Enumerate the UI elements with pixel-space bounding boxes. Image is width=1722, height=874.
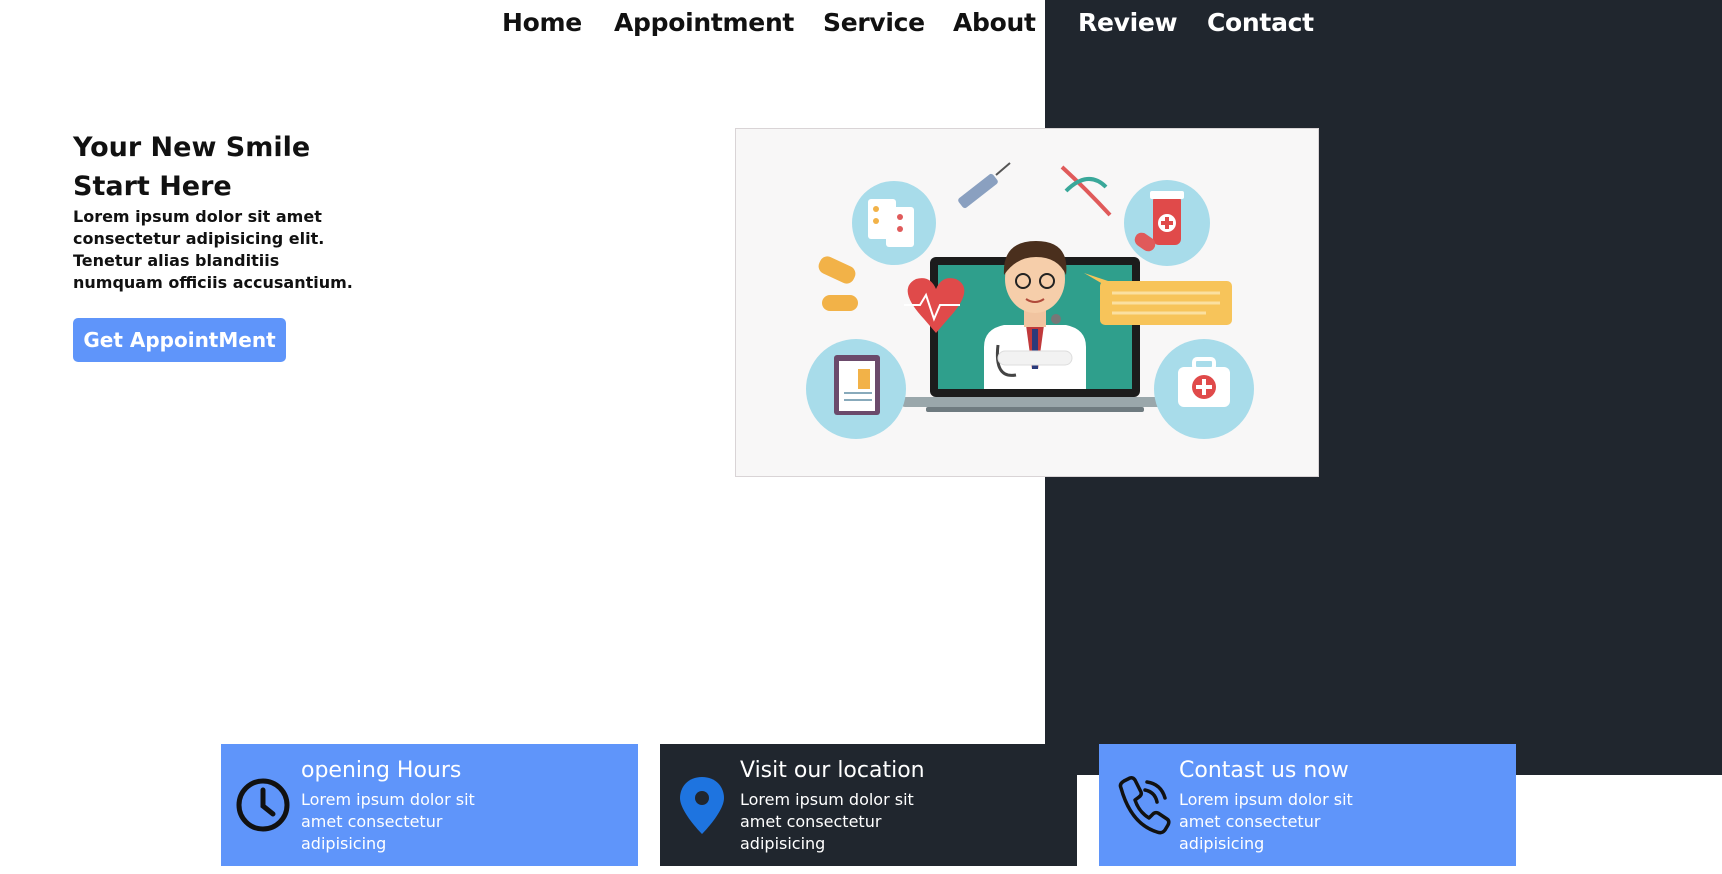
card-title: opening Hours (301, 758, 462, 783)
opening-hours-card[interactable]: opening Hours Lorem ipsum dolor sit amet… (221, 744, 638, 866)
hero-title-line2: Start Here (73, 171, 232, 202)
doctor-illustration (736, 129, 1318, 476)
nav-contact[interactable]: Contact (1207, 8, 1314, 37)
visit-location-card[interactable]: Visit our location Lorem ipsum dolor sit… (660, 744, 1077, 866)
nav-service[interactable]: Service (823, 8, 925, 37)
nav-about[interactable]: About (953, 8, 1036, 37)
phone-icon (1111, 774, 1171, 836)
card-text: Lorem ipsum dolor sit amet consectetur a… (740, 790, 914, 853)
nav-review[interactable]: Review (1078, 8, 1178, 37)
card-text: Lorem ipsum dolor sit amet consectetur a… (301, 790, 475, 853)
card-text: Lorem ipsum dolor sit amet consectetur a… (1179, 790, 1353, 853)
nav-home[interactable]: Home (502, 8, 582, 37)
nav-appointment[interactable]: Appointment (614, 8, 794, 37)
card-title: Visit our location (740, 758, 925, 783)
clock-icon (233, 774, 293, 836)
card-title: Contast us now (1179, 758, 1349, 783)
location-pin-icon (672, 774, 732, 836)
hero-description: Lorem ipsum dolor sit amet consectetur a… (73, 207, 353, 292)
hero-title: Your New Smile Start Here (73, 128, 393, 206)
get-appointment-button[interactable]: Get AppointMent (73, 318, 286, 362)
contact-us-card[interactable]: Contast us now Lorem ipsum dolor sit ame… (1099, 744, 1516, 866)
hero-title-line1: Your New Smile (73, 132, 311, 163)
main-nav: Home Appointment Service About Review Co… (0, 8, 1722, 44)
